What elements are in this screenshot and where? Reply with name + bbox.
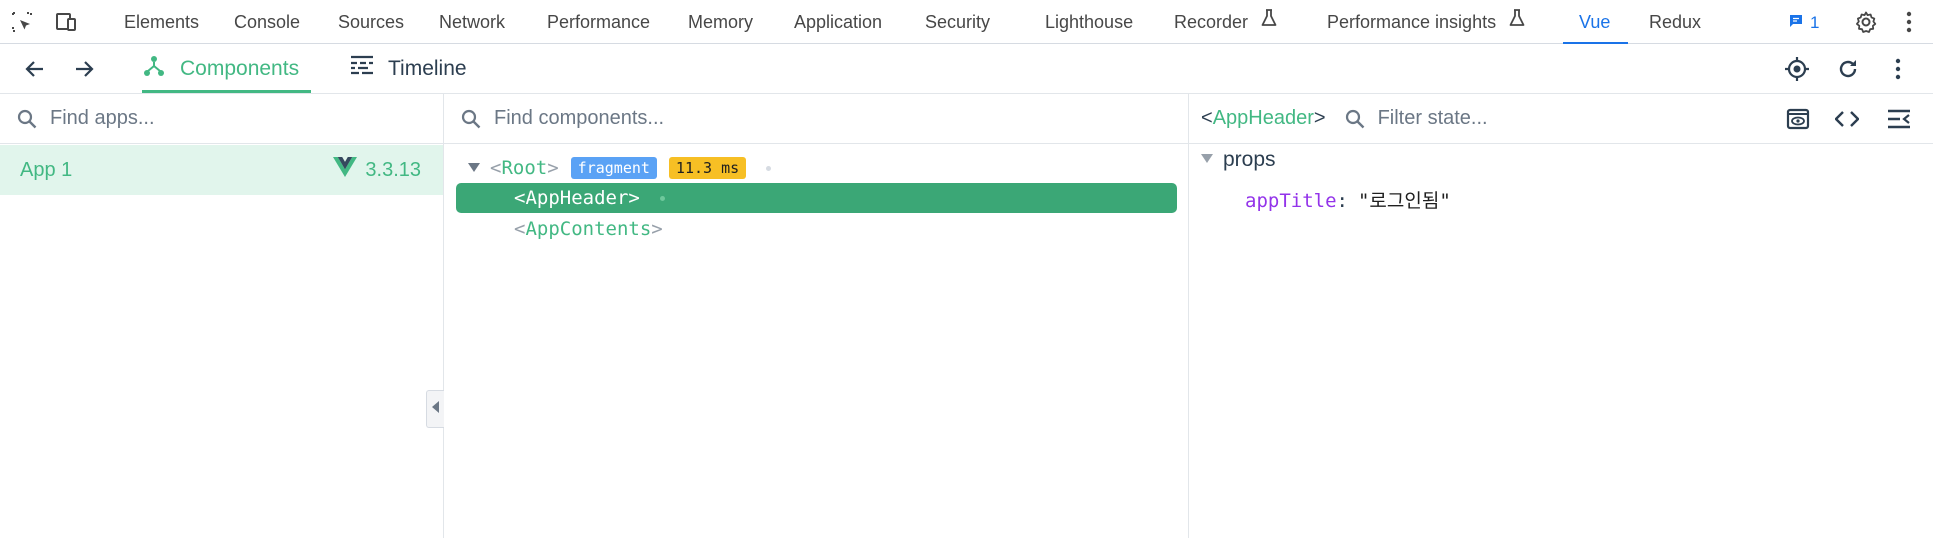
tab-performance-insights[interactable]: Performance insights [1327, 0, 1525, 43]
vue-more-options-icon[interactable] [1885, 56, 1911, 82]
search-icon [460, 108, 482, 130]
component-tag: <Root> [490, 157, 559, 179]
app-vue-version: 3.3.13 [365, 158, 421, 181]
select-component-target-icon[interactable] [1784, 56, 1810, 82]
timeline-icon [350, 55, 374, 83]
state-inspector-pane: <AppHeader> props appTitle: "로그인됨" [1189, 94, 1933, 538]
tree-node-appheader[interactable]: <AppHeader> [456, 183, 1177, 213]
expand-caret-icon[interactable] [464, 163, 484, 173]
component-tag: <AppContents> [514, 218, 663, 240]
expand-caret-icon [1201, 151, 1213, 169]
collapse-pane-handle[interactable] [426, 390, 444, 428]
tab-recorder[interactable]: Recorder [1174, 0, 1277, 43]
tab-network[interactable]: Network [439, 0, 505, 43]
collapse-all-icon[interactable] [1886, 106, 1912, 132]
app-version-group: 3.3.13 [333, 157, 421, 183]
tab-redux[interactable]: Redux [1649, 0, 1701, 43]
tab-sources[interactable]: Sources [338, 0, 404, 43]
tab-vue[interactable]: Vue [1562, 0, 1629, 44]
prop-key: appTitle [1245, 190, 1337, 212]
status-dot [766, 165, 772, 171]
find-components-input[interactable] [494, 107, 814, 130]
components-icon [142, 54, 166, 84]
tree-node-appcontents[interactable]: <AppContents> [514, 214, 663, 244]
forward-arrow-icon[interactable] [71, 56, 97, 82]
vue-logo-icon [333, 157, 358, 183]
tab-memory[interactable]: Memory [688, 0, 753, 43]
filter-state-input[interactable] [1377, 107, 1678, 130]
search-icon [1344, 108, 1366, 130]
caret-left-icon [431, 400, 440, 418]
find-apps-input[interactable] [50, 107, 370, 130]
fragment-badge: fragment [570, 157, 657, 179]
search-icon [16, 108, 38, 130]
tab-application[interactable]: Application [794, 0, 882, 43]
components-search-row [444, 94, 1188, 144]
tab-elements[interactable]: Elements [124, 0, 199, 43]
status-dot [659, 195, 665, 201]
inspect-dom-code-icon[interactable] [1834, 106, 1860, 132]
inspect-element-icon[interactable] [9, 9, 35, 35]
selected-component-name: <AppHeader> [1201, 107, 1326, 129]
apps-pane: App 1 3.3.13 [0, 94, 444, 538]
flask-icon [1509, 0, 1525, 43]
app-list-item[interactable]: App 1 3.3.13 [0, 145, 443, 195]
component-tree-pane: <Root> fragment 11.3 ms <AppHeader> <App… [444, 94, 1189, 538]
tab-timeline[interactable]: Timeline [350, 44, 467, 93]
state-header: <AppHeader> [1189, 94, 1933, 144]
tab-lighthouse[interactable]: Lighthouse [1045, 0, 1133, 43]
vue-devtools-toolbar: Components Timeline [0, 44, 1933, 94]
tab-console[interactable]: Console [234, 0, 300, 43]
issue-message-icon [1788, 13, 1804, 34]
devtools-tab-bar: Elements Console Sources Network Perform… [0, 0, 1933, 44]
render-time-badge: 11.3 ms [668, 157, 747, 179]
tab-components[interactable]: Components [142, 44, 311, 93]
tab-performance[interactable]: Performance [547, 0, 650, 43]
refresh-icon[interactable] [1835, 56, 1861, 82]
issues-counter[interactable]: 1 [1788, 12, 1819, 34]
more-options-icon[interactable] [1896, 9, 1922, 35]
device-toolbar-icon[interactable] [53, 9, 79, 35]
back-arrow-icon[interactable] [22, 56, 48, 82]
props-section-header[interactable]: props [1201, 148, 1276, 172]
prop-separator: : [1336, 190, 1348, 212]
settings-gear-icon[interactable] [1853, 9, 1879, 35]
prop-entry[interactable]: appTitle: "로그인됨" [1245, 186, 1451, 213]
scroll-to-component-icon[interactable] [1785, 106, 1811, 132]
section-title: props [1223, 148, 1276, 171]
flask-icon [1261, 0, 1277, 43]
tree-node-root[interactable]: <Root> fragment 11.3 ms [464, 153, 772, 183]
apps-search-row [0, 94, 443, 144]
component-tag: <AppHeader> [514, 187, 640, 209]
issues-count: 1 [1810, 13, 1820, 32]
app-name: App 1 [20, 158, 73, 181]
prop-value: "로그인됨" [1357, 190, 1451, 212]
tab-security[interactable]: Security [925, 0, 990, 43]
